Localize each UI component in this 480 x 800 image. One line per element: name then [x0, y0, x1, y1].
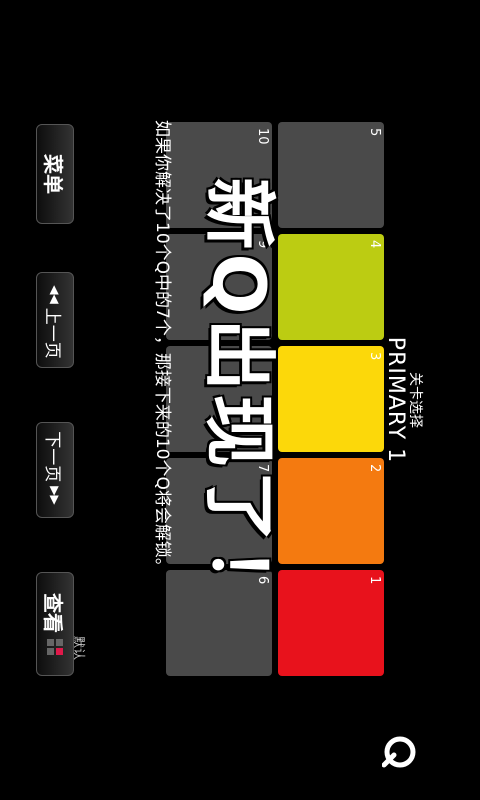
- prev-page-label: 上一页: [42, 307, 63, 359]
- prev-arrows-icon: ◀◀: [48, 285, 62, 304]
- next-page-label: 下一页: [42, 431, 63, 483]
- view-button-label: 查看: [41, 593, 66, 633]
- next-page-button[interactable]: 下一页 ▶▶: [36, 422, 74, 518]
- level-number: 4: [367, 240, 382, 249]
- level-number: 1: [367, 576, 382, 585]
- q-logo-icon: [382, 736, 416, 768]
- level-number: 2: [367, 464, 382, 473]
- view-button[interactable]: 查看: [36, 572, 74, 676]
- level-select-label: 关卡选择: [407, 372, 423, 428]
- level-number: 5: [367, 128, 382, 137]
- unlock-message: 如果你解决了10个Q中的7个，那接下来的10个Q将会解锁。: [152, 120, 172, 575]
- prev-page-button[interactable]: ◀◀ 上一页: [36, 272, 74, 368]
- menu-button[interactable]: 菜单: [36, 124, 74, 224]
- pack-title: PRIMARY 1: [383, 336, 408, 464]
- menu-button-label: 菜单: [41, 154, 66, 194]
- next-arrows-icon: ▶▶: [48, 486, 62, 505]
- new-q-headline: 新Q出现了！: [197, 177, 281, 623]
- color-grid-icon: [47, 639, 63, 655]
- landscape-stage: 关卡选择 PRIMARY 1 1 2 3 4 5 6 7 8 9 10 新Q出现了！ 如果你解决了…: [0, 0, 480, 800]
- level-number: 3: [367, 352, 382, 361]
